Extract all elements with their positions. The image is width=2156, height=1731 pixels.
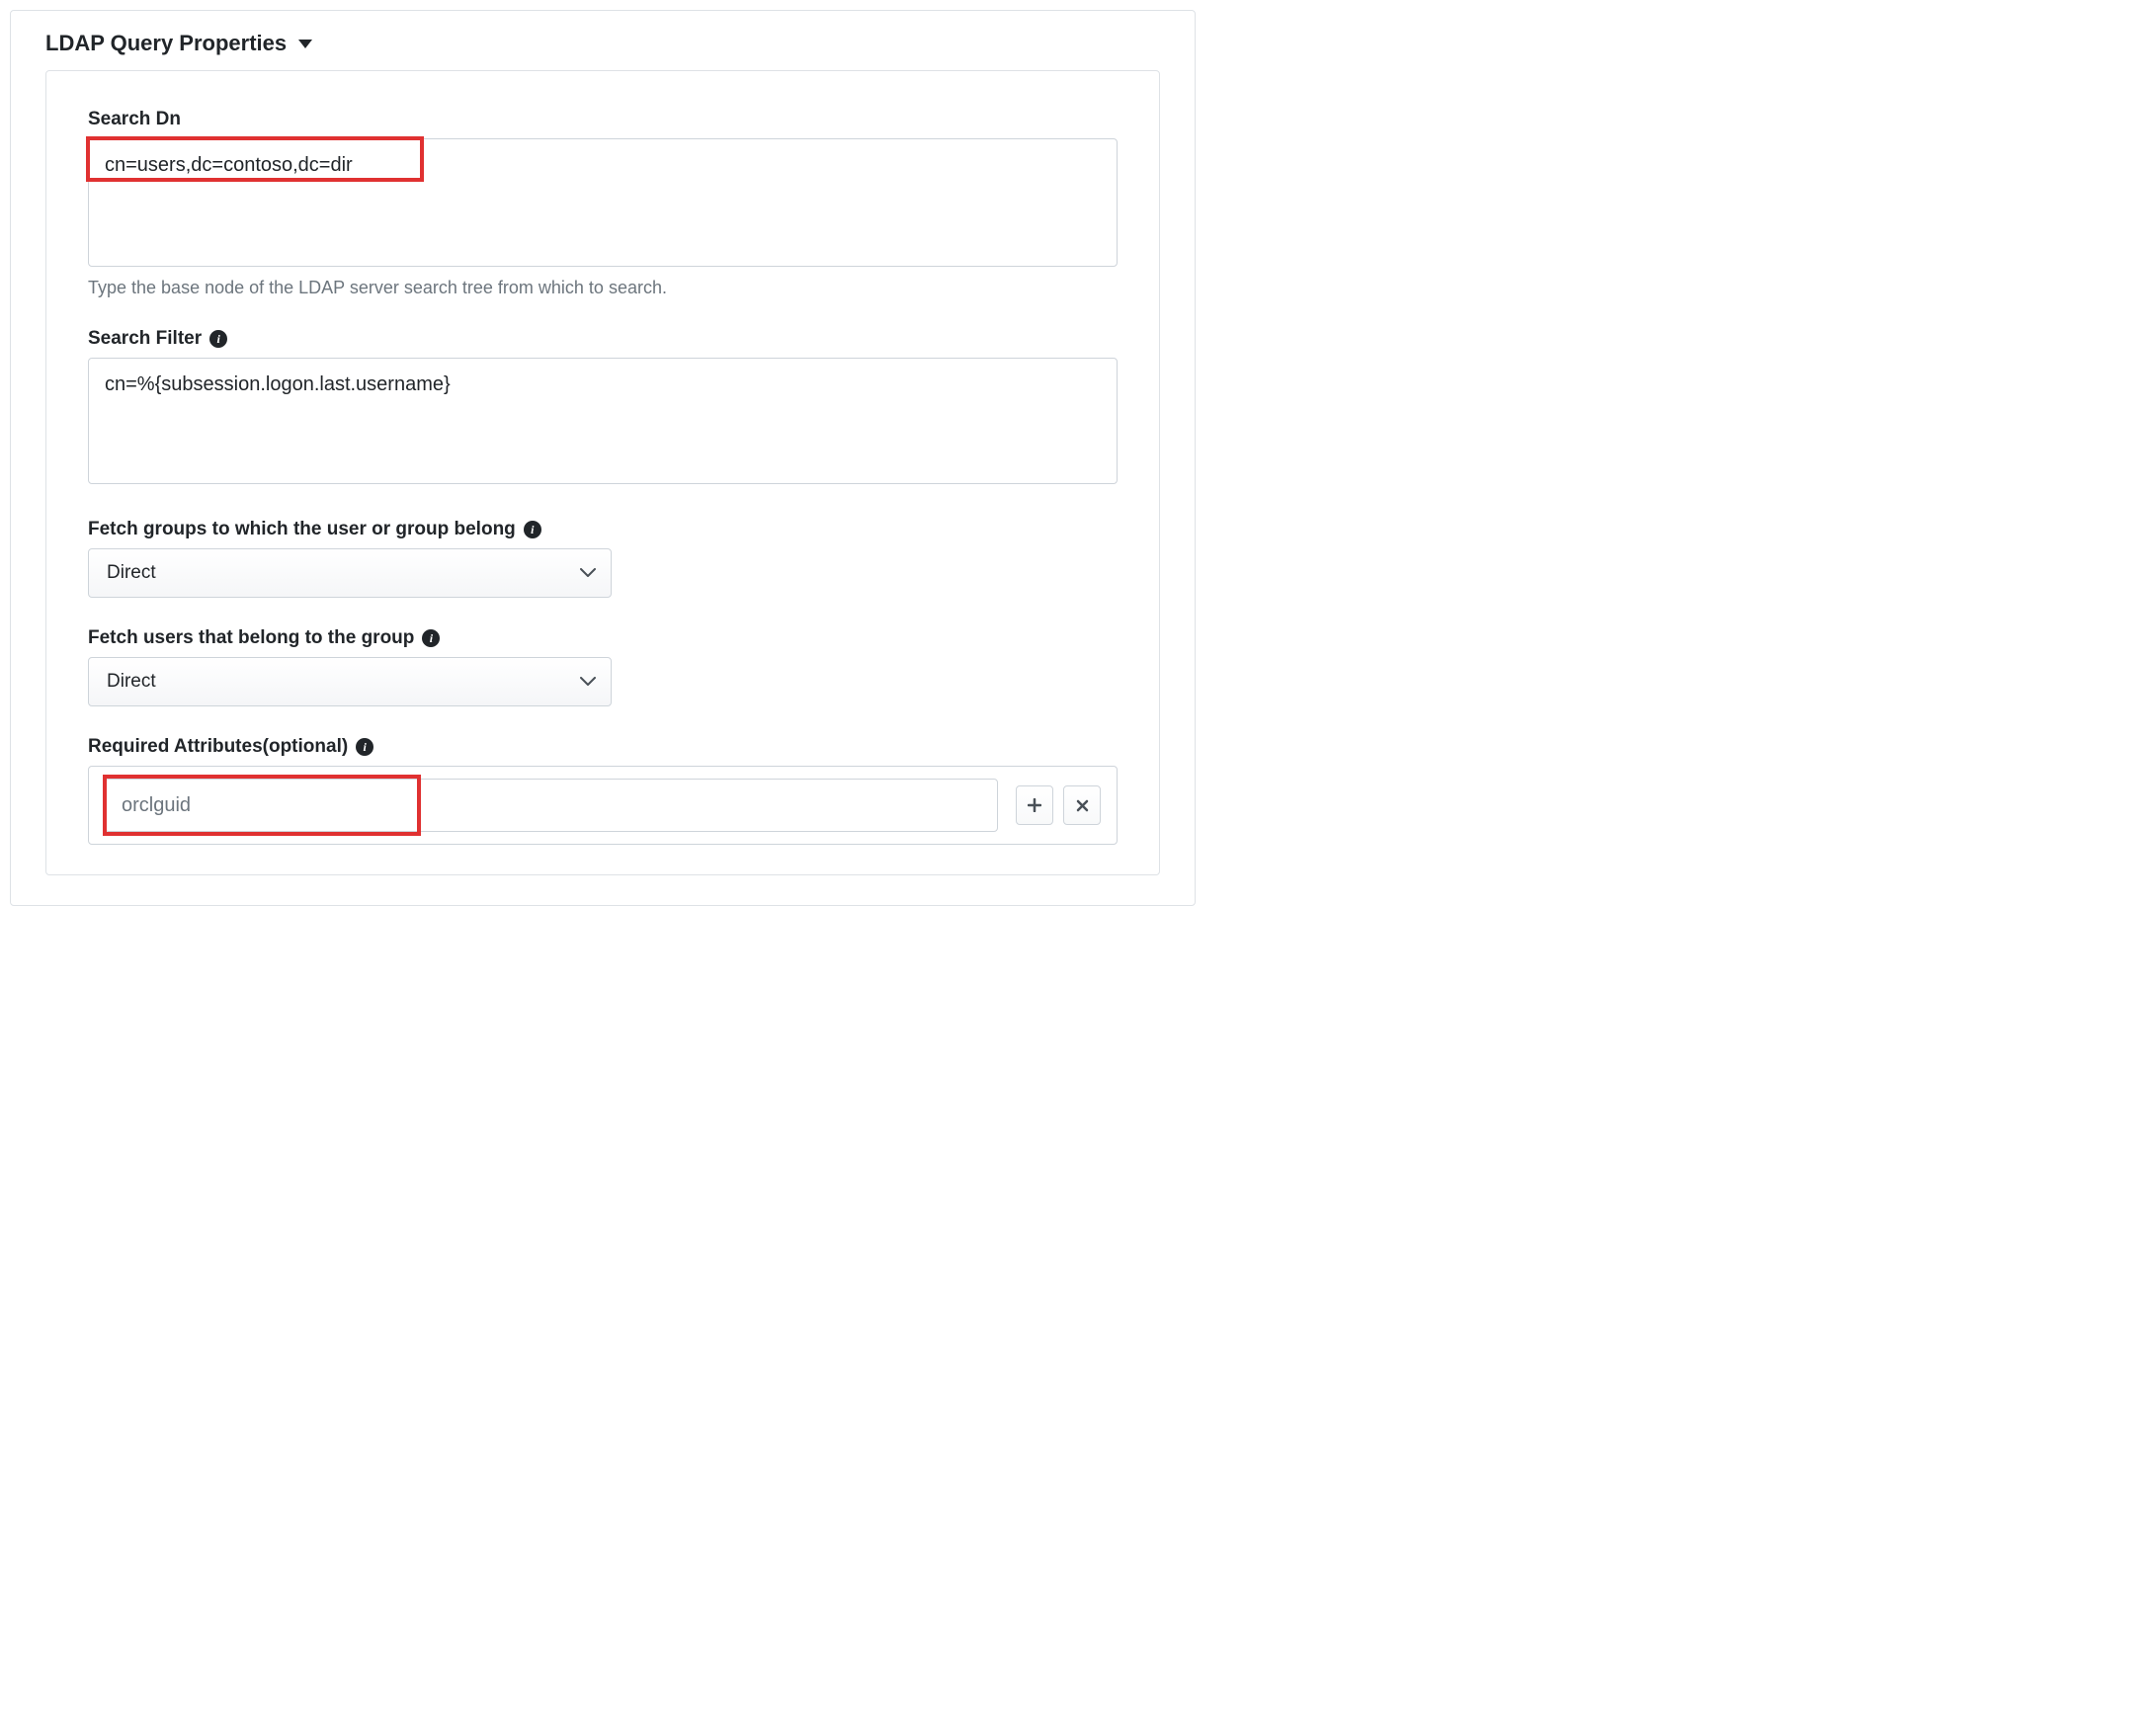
attr-button-group [1016, 785, 1101, 825]
search-filter-group: Search Filter i [88, 328, 1118, 489]
add-attribute-button[interactable] [1016, 785, 1053, 825]
required-attrs-label: Required Attributes(optional) i [88, 736, 1118, 758]
chevron-down-icon [298, 40, 312, 48]
fetch-groups-label-text: Fetch groups to which the user or group … [88, 519, 516, 540]
info-icon[interactable]: i [524, 521, 541, 538]
fetch-users-group: Fetch users that belong to the group i D… [88, 627, 1118, 706]
fetch-groups-group: Fetch groups to which the user or group … [88, 519, 1118, 598]
search-dn-label: Search Dn [88, 109, 1118, 130]
search-dn-group: Search Dn Type the base node of the LDAP… [88, 109, 1118, 298]
required-attrs-row [88, 766, 1118, 845]
plus-icon [1028, 798, 1041, 812]
search-filter-label: Search Filter i [88, 328, 1118, 350]
required-attrs-label-text: Required Attributes(optional) [88, 736, 348, 758]
fetch-groups-label: Fetch groups to which the user or group … [88, 519, 1118, 540]
search-filter-label-text: Search Filter [88, 328, 202, 350]
required-attrs-group: Required Attributes(optional) i [88, 736, 1118, 845]
properties-body: Search Dn Type the base node of the LDAP… [45, 70, 1160, 875]
fetch-groups-select[interactable]: Direct [88, 548, 612, 598]
search-dn-label-text: Search Dn [88, 109, 181, 130]
close-icon [1076, 799, 1089, 812]
search-dn-input[interactable] [88, 138, 1118, 267]
fetch-users-value: Direct [107, 671, 156, 693]
info-icon[interactable]: i [422, 629, 440, 647]
ldap-query-panel: LDAP Query Properties Search Dn Type the… [10, 10, 1196, 906]
fetch-users-label-text: Fetch users that belong to the group [88, 627, 414, 649]
section-header[interactable]: LDAP Query Properties [45, 31, 1160, 56]
fetch-users-label: Fetch users that belong to the group i [88, 627, 1118, 649]
search-filter-input[interactable] [88, 358, 1118, 484]
search-dn-hint: Type the base node of the LDAP server se… [88, 278, 1118, 298]
info-icon[interactable]: i [209, 330, 227, 348]
info-icon[interactable]: i [356, 738, 373, 756]
fetch-groups-value: Direct [107, 562, 156, 584]
section-title: LDAP Query Properties [45, 31, 287, 56]
fetch-users-select[interactable]: Direct [88, 657, 612, 706]
remove-attribute-button[interactable] [1063, 785, 1101, 825]
required-attrs-input[interactable] [105, 779, 998, 832]
